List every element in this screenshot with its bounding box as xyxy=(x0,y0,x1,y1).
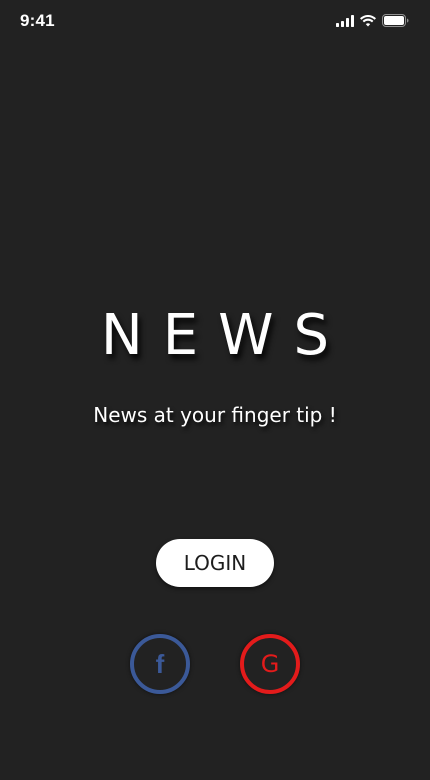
google-icon: G xyxy=(260,650,280,678)
login-screen: 9:41 NEWS News at your finger tip ! LOGI… xyxy=(0,0,430,780)
google-login-button[interactable]: G xyxy=(240,634,300,694)
wifi-icon xyxy=(360,14,376,27)
status-time: 9:41 xyxy=(20,11,55,30)
login-button[interactable]: LOGIN xyxy=(156,539,274,587)
battery-icon xyxy=(382,14,409,27)
app-tagline: News at your finger tip ! xyxy=(93,403,337,427)
app-title: NEWS xyxy=(100,303,350,368)
facebook-login-button[interactable]: f xyxy=(130,634,190,694)
facebook-icon: f xyxy=(155,649,165,679)
status-icons xyxy=(336,14,409,27)
cellular-signal-icon xyxy=(336,14,354,27)
status-bar: 9:41 xyxy=(0,0,430,46)
